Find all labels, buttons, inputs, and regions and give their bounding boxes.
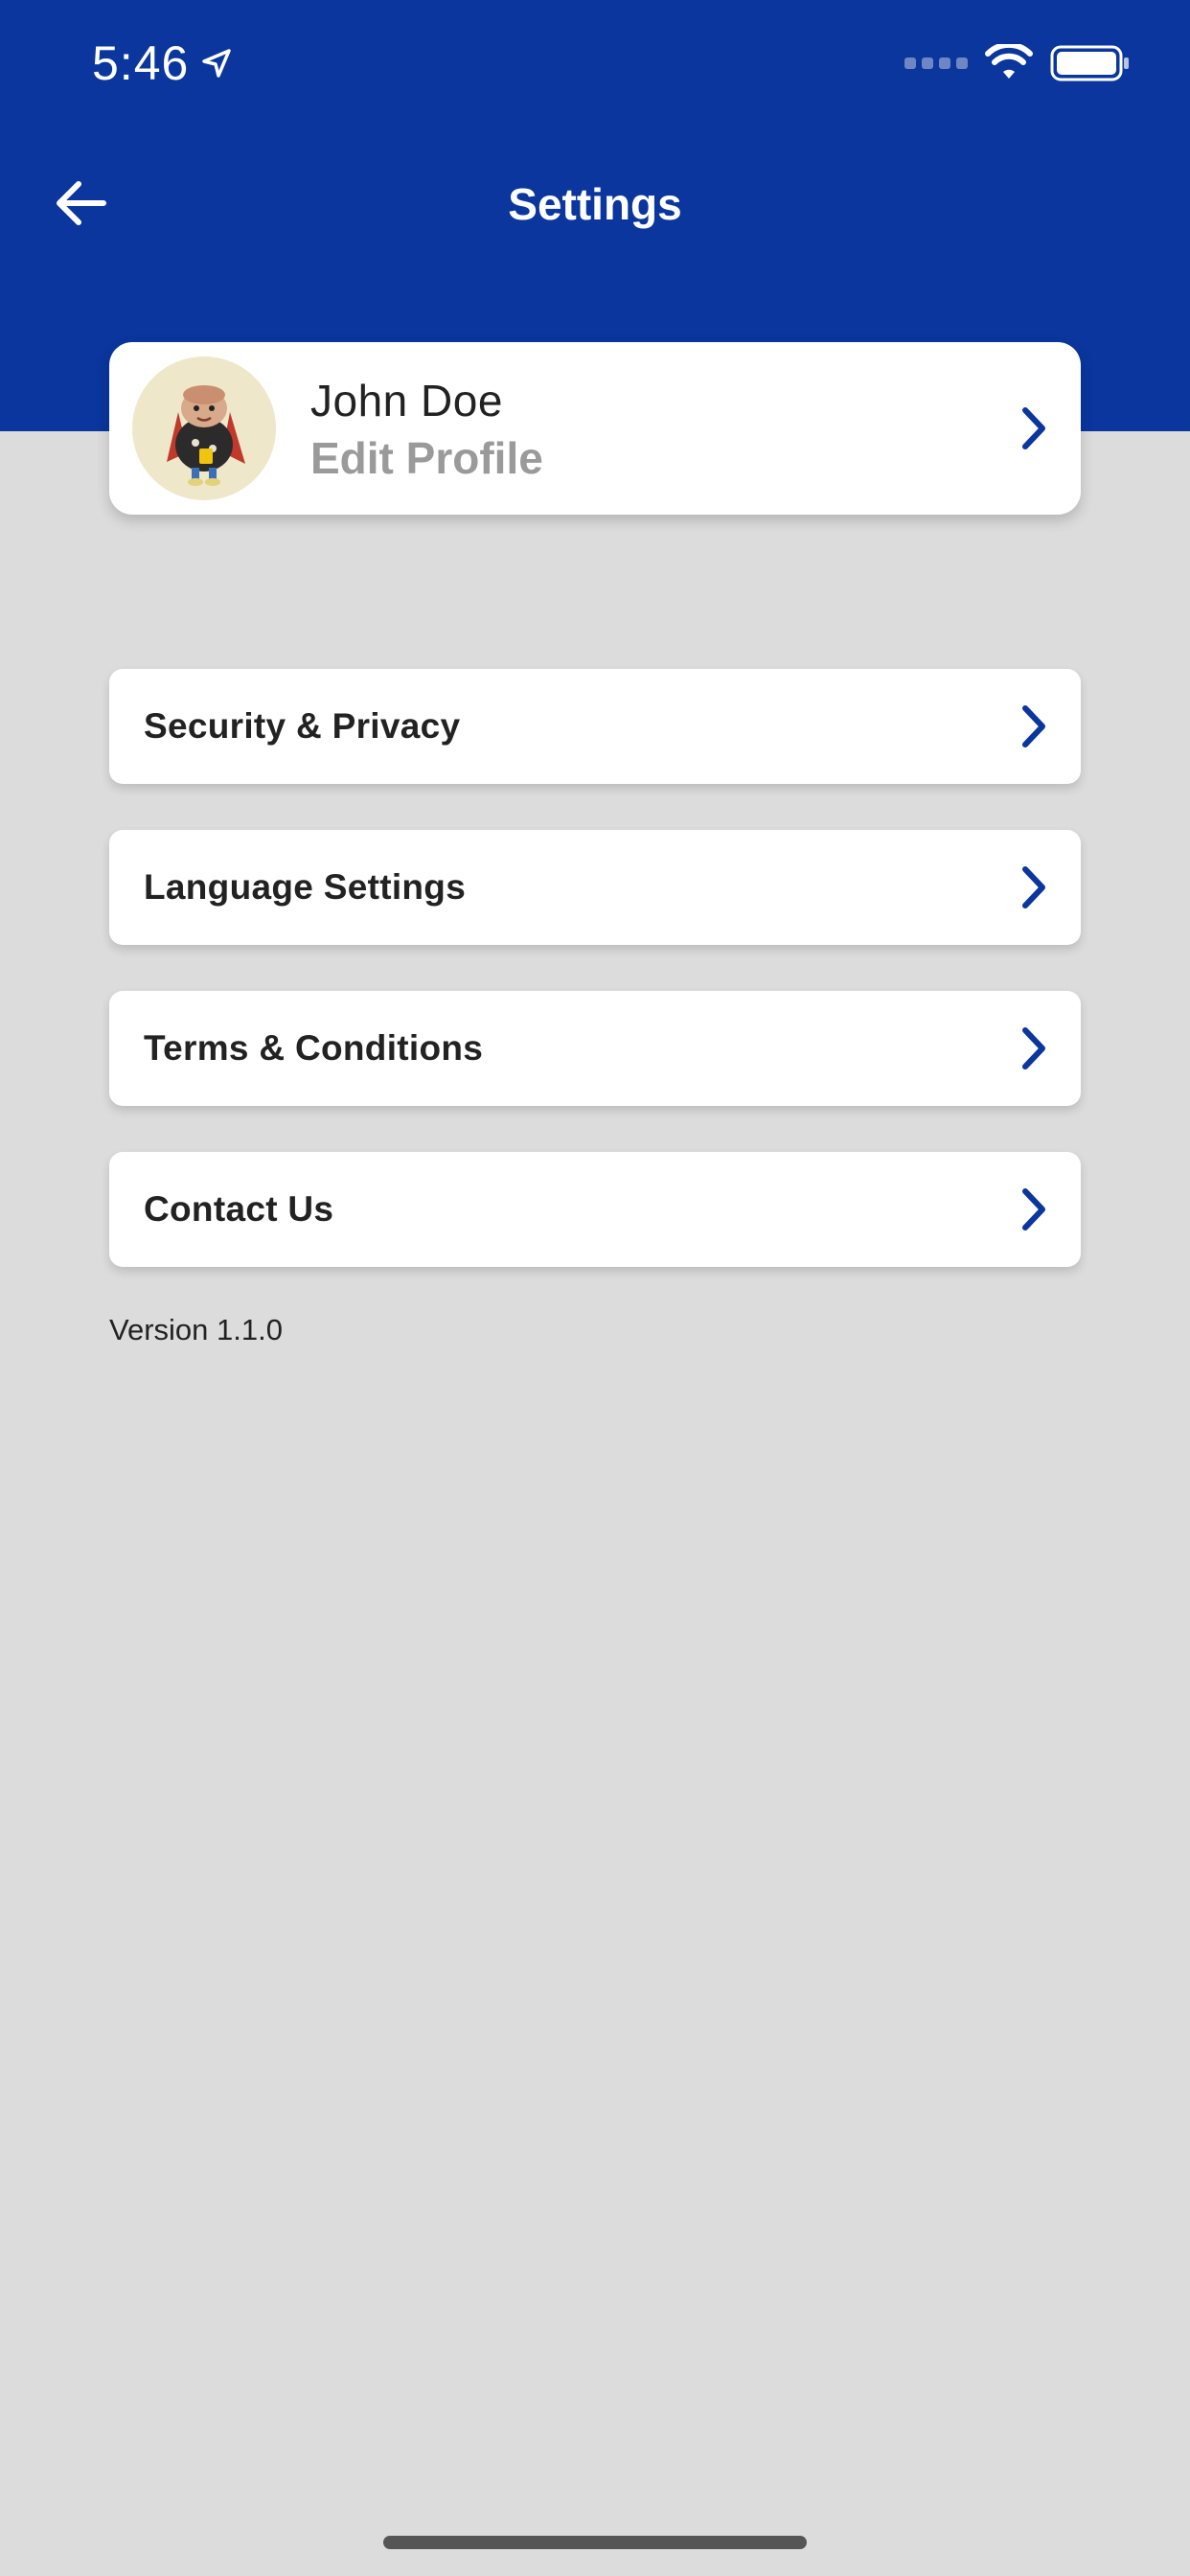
chevron-right-icon bbox=[1022, 866, 1045, 908]
menu-item-label: Contact Us bbox=[144, 1189, 334, 1229]
profile-name: John Doe bbox=[310, 376, 503, 426]
location-arrow-icon bbox=[202, 49, 232, 78]
page-title: Settings bbox=[508, 179, 682, 229]
wifi-icon bbox=[985, 44, 1033, 79]
battery-full-icon bbox=[1050, 45, 1129, 81]
chevron-right-icon bbox=[1022, 407, 1045, 449]
home-indicator[interactable] bbox=[383, 2536, 807, 2549]
chevron-right-icon bbox=[1022, 705, 1045, 748]
app-version-text: Version 1.1.0 bbox=[109, 1313, 283, 1346]
menu-item-label: Language Settings bbox=[144, 867, 467, 907]
chevron-right-icon bbox=[1022, 1188, 1045, 1230]
menu-item-security-privacy[interactable]: Security & Privacy bbox=[109, 669, 1081, 784]
menu-item-language-settings[interactable]: Language Settings bbox=[109, 830, 1081, 945]
cartoon-avatar bbox=[132, 356, 276, 500]
menu-item-contact-us[interactable]: Contact Us bbox=[109, 1152, 1081, 1267]
chevron-right-icon bbox=[1022, 1027, 1045, 1070]
menu-item-label: Security & Privacy bbox=[144, 706, 461, 746]
menu-item-terms-conditions[interactable]: Terms & Conditions bbox=[109, 991, 1081, 1106]
status-time-text: 5:46 bbox=[92, 36, 190, 90]
cellular-signal-icon bbox=[904, 58, 968, 69]
status-bar-time: 5:46 bbox=[92, 34, 233, 92]
edit-profile-label: Edit Profile bbox=[310, 433, 543, 483]
profile-card[interactable]: John Doe Edit Profile bbox=[109, 342, 1081, 515]
avatar bbox=[132, 356, 276, 500]
status-bar-indicators bbox=[904, 38, 1131, 88]
menu-item-label: Terms & Conditions bbox=[144, 1028, 484, 1068]
